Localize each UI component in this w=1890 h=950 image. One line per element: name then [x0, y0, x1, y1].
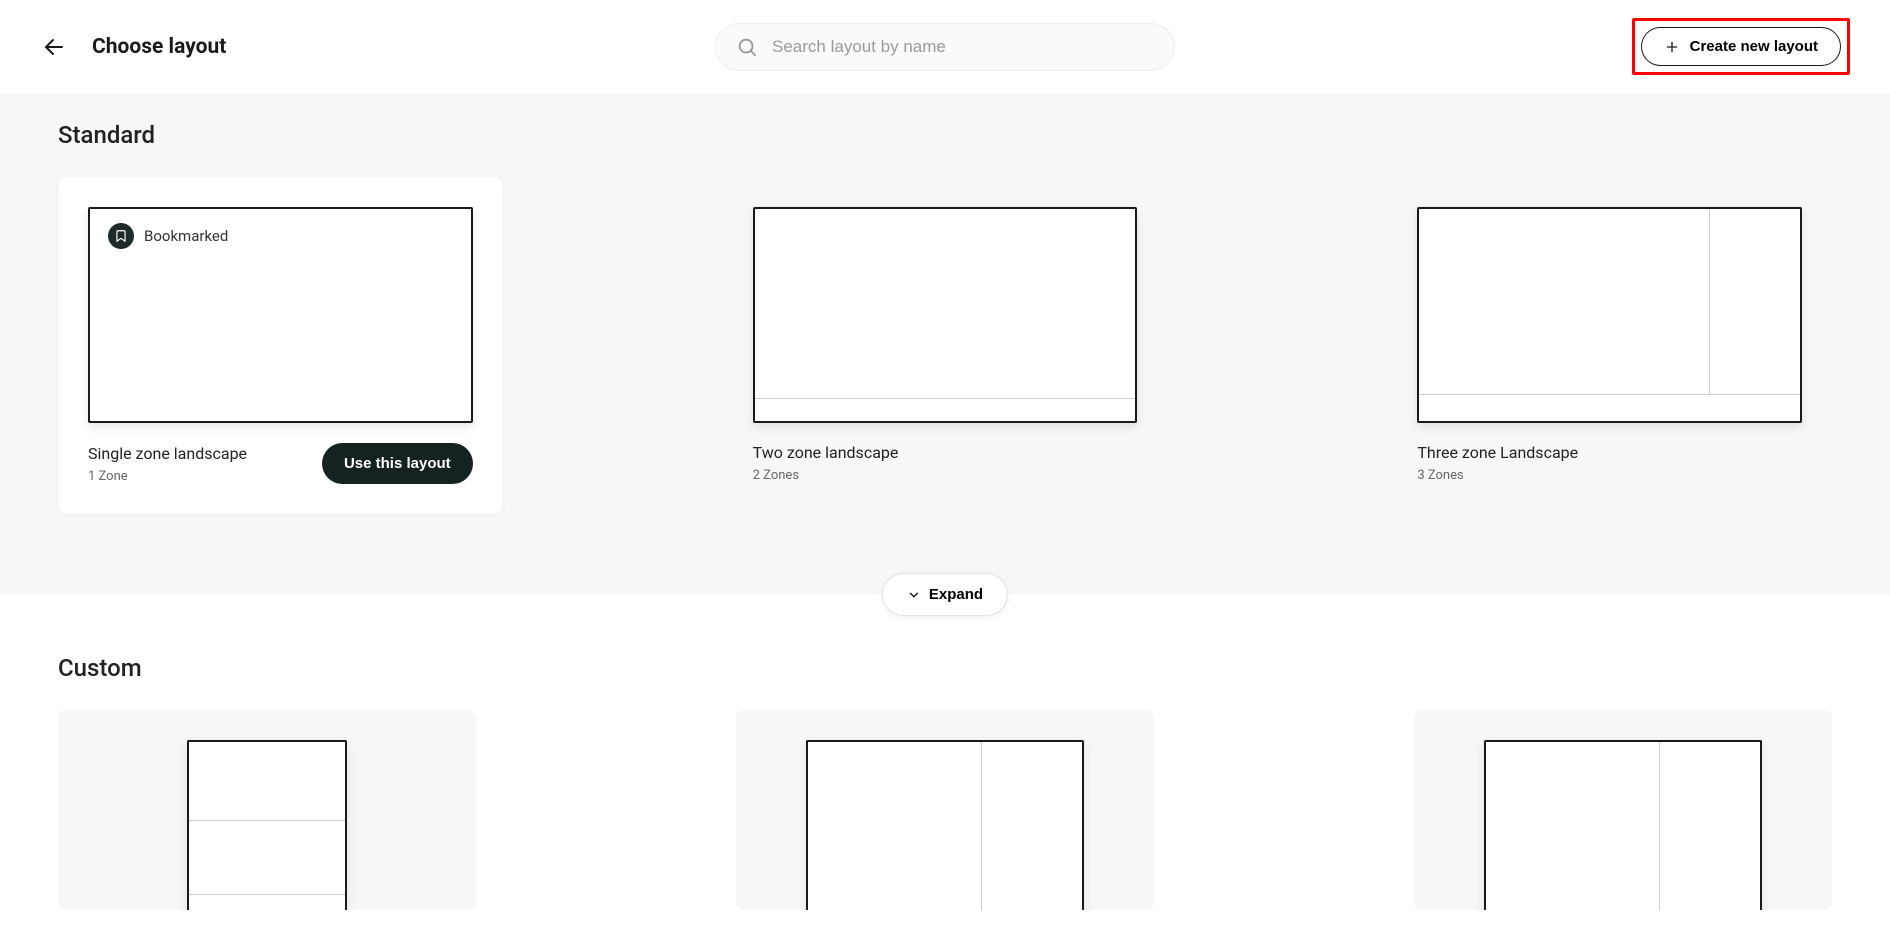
layout-thumbnail	[1417, 207, 1802, 423]
zone-divider	[189, 894, 345, 895]
arrow-left-icon	[42, 35, 66, 59]
zone-divider	[981, 742, 982, 910]
layout-thumbnail	[1484, 740, 1762, 910]
section-custom: Custom	[0, 594, 1890, 950]
back-button[interactable]	[40, 33, 68, 61]
layout-zones: 2 Zones	[753, 468, 899, 483]
header-left: Choose layout	[40, 33, 226, 61]
create-new-layout-button[interactable]: Create new layout	[1641, 27, 1841, 66]
search-input[interactable]	[772, 37, 1154, 57]
card-footer: Single zone landscape 1 Zone Use this la…	[88, 443, 473, 484]
section-title-custom: Custom	[58, 654, 1832, 682]
layout-card-custom-1[interactable]	[58, 710, 476, 910]
thumb-wrap	[88, 740, 446, 910]
search-icon	[736, 36, 758, 58]
thumb-wrap	[1444, 740, 1802, 910]
bookmark-tag: Bookmarked	[108, 223, 228, 249]
page-title: Choose layout	[92, 35, 226, 59]
layout-name: Three zone Landscape	[1417, 443, 1578, 462]
layout-card-custom-3[interactable]	[1414, 710, 1832, 910]
layout-thumbnail	[187, 740, 347, 910]
expand-button[interactable]: Expand	[882, 573, 1008, 616]
section-standard: Standard Bookmarked Single zone landscap…	[0, 93, 1890, 594]
header: Choose layout Create new layout	[0, 0, 1890, 93]
layout-name: Single zone landscape	[88, 444, 247, 463]
card-footer: Two zone landscape 2 Zones	[753, 443, 1138, 483]
layout-zones: 3 Zones	[1417, 468, 1578, 483]
zone-divider	[1659, 742, 1660, 910]
card-meta: Single zone landscape 1 Zone	[88, 444, 247, 484]
layout-zones: 1 Zone	[88, 469, 247, 484]
use-layout-button[interactable]: Use this layout	[322, 443, 473, 484]
layout-card-two-zone[interactable]: Two zone landscape 2 Zones	[723, 177, 1168, 514]
chevron-down-icon	[907, 588, 921, 602]
layout-card-single-zone[interactable]: Bookmarked Single zone landscape 1 Zone …	[58, 177, 503, 514]
create-button-label: Create new layout	[1690, 38, 1818, 55]
layout-thumbnail	[806, 740, 1084, 910]
zone-divider	[1709, 209, 1710, 395]
zone-divider	[189, 820, 345, 821]
layout-card-custom-2[interactable]	[736, 710, 1154, 910]
card-footer: Three zone Landscape 3 Zones	[1417, 443, 1802, 483]
card-meta: Three zone Landscape 3 Zones	[1417, 443, 1578, 483]
search-field[interactable]	[715, 23, 1175, 71]
thumb-wrap	[766, 740, 1124, 910]
bookmark-label: Bookmarked	[144, 227, 228, 245]
section-title-standard: Standard	[58, 121, 1832, 149]
create-button-highlight: Create new layout	[1632, 18, 1850, 75]
layout-name: Two zone landscape	[753, 443, 899, 462]
bookmark-icon	[108, 223, 134, 249]
zone-divider	[1419, 394, 1800, 395]
custom-grid	[58, 710, 1832, 910]
standard-grid: Bookmarked Single zone landscape 1 Zone …	[58, 177, 1832, 514]
layout-thumbnail: Bookmarked	[88, 207, 473, 423]
layout-card-three-zone[interactable]: Three zone Landscape 3 Zones	[1387, 177, 1832, 514]
expand-label: Expand	[929, 586, 983, 603]
layout-thumbnail	[753, 207, 1138, 423]
plus-icon	[1664, 39, 1680, 55]
zone-divider	[755, 398, 1136, 399]
card-meta: Two zone landscape 2 Zones	[753, 443, 899, 483]
